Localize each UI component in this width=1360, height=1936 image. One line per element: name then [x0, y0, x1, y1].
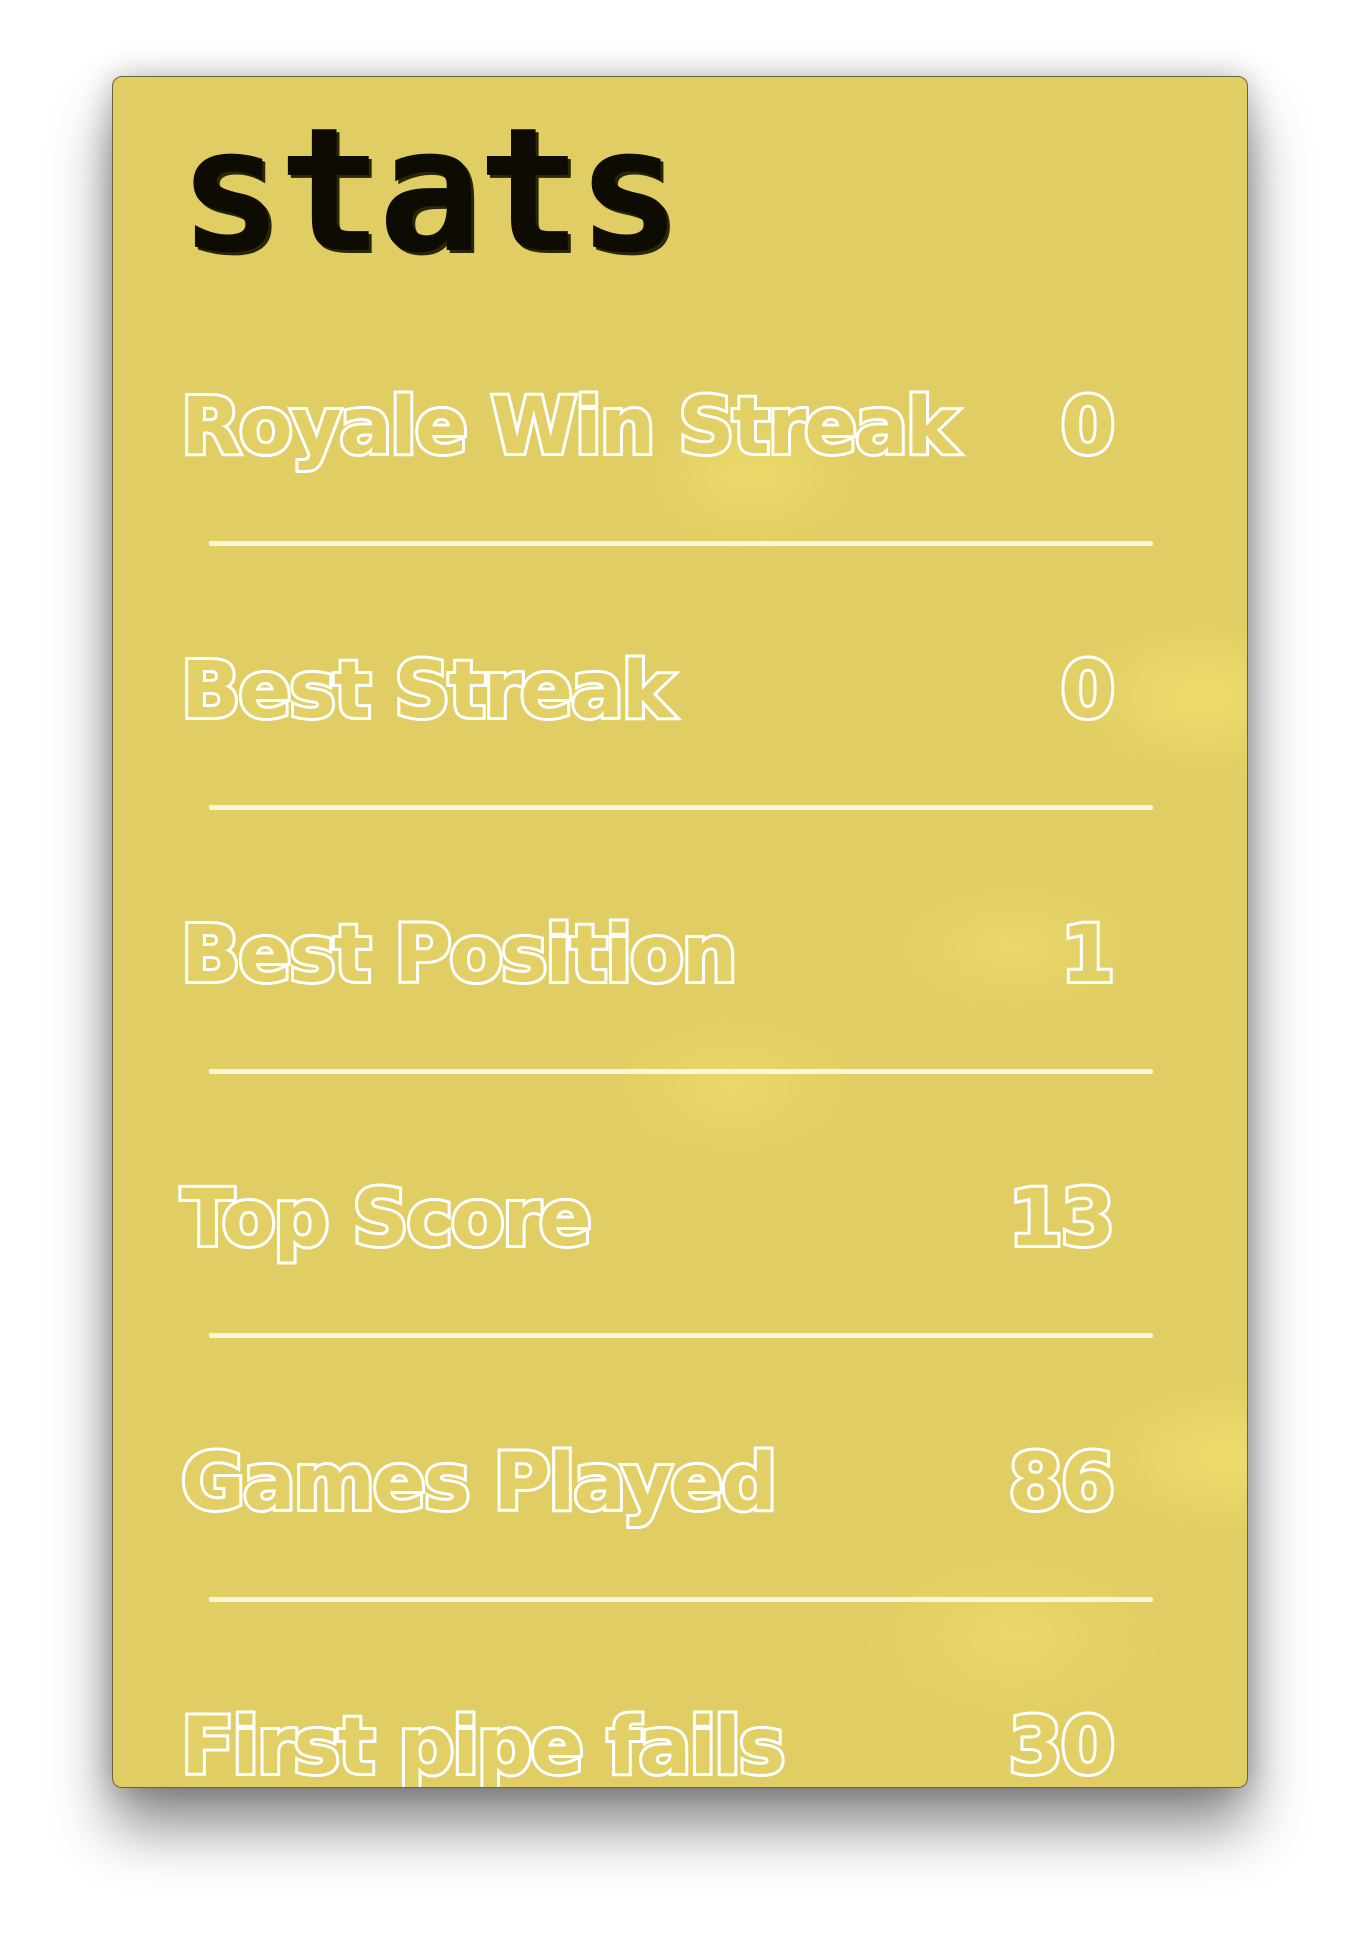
stat-label: Top Score: [178, 1171, 595, 1267]
stat-row-royale-win-streak: Royale Win Streak 0: [178, 377, 1181, 477]
panel-title: stats: [179, 90, 681, 291]
stat-value: 13: [1005, 1171, 1118, 1267]
stat-row-best-streak: Best Streak 0: [178, 641, 1181, 741]
stat-label: Best Streak: [178, 643, 677, 739]
stat-row-games-played: Games Played 86: [178, 1433, 1181, 1533]
stat-row-best-position: Best Position 1: [178, 905, 1181, 1005]
stat-value: 86: [1005, 1435, 1118, 1531]
divider: [209, 1333, 1153, 1338]
divider: [209, 1597, 1153, 1602]
divider: [209, 805, 1153, 810]
stat-label: Royale Win Streak: [178, 379, 961, 475]
stat-label: First pipe fails: [178, 1699, 788, 1788]
divider: [209, 541, 1153, 546]
stat-value: 0: [1058, 643, 1118, 739]
stat-label: Games Played: [178, 1435, 780, 1531]
stat-label: Best Position: [178, 907, 740, 1003]
stat-value: 30: [1005, 1699, 1118, 1788]
stats-panel: stats Royale Win Streak 0 Best Streak 0 …: [112, 76, 1248, 1788]
stat-row-top-score: Top Score 13: [178, 1169, 1181, 1269]
stat-value: 0: [1058, 379, 1118, 475]
divider: [209, 1069, 1153, 1074]
stat-row-first-pipe-fails: First pipe fails 30: [178, 1697, 1181, 1788]
stat-value: 1: [1058, 907, 1118, 1003]
